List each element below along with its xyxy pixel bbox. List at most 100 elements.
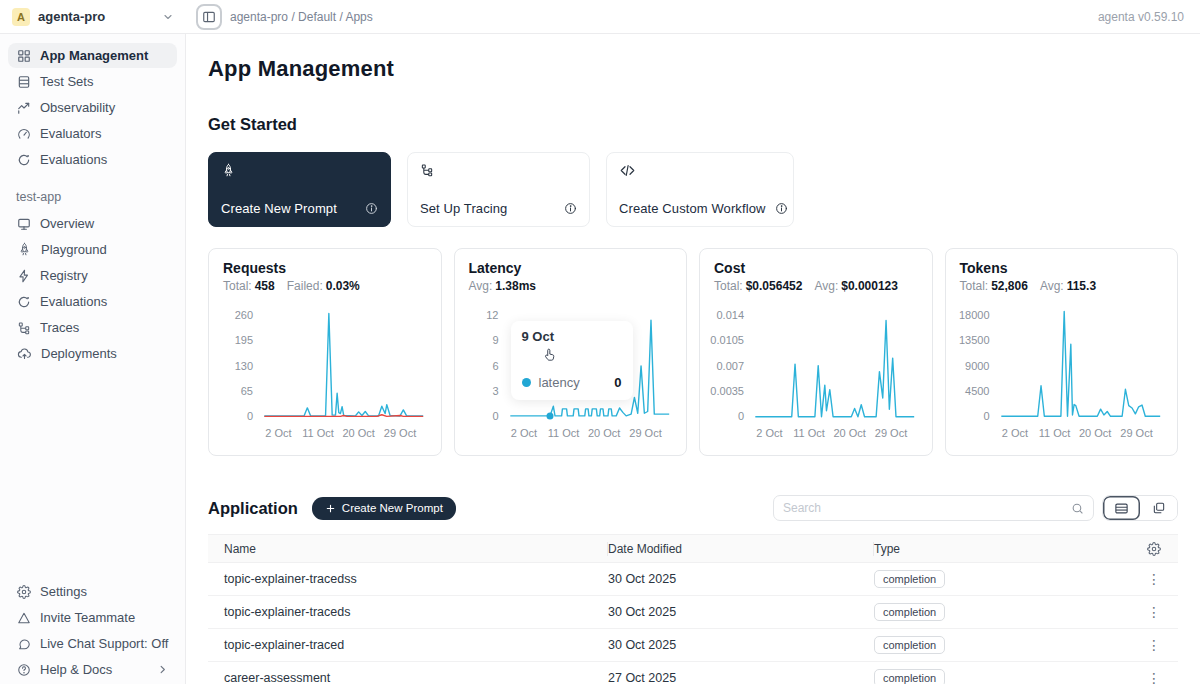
x-tick-label: 2 Oct (756, 427, 782, 439)
table-body: topic-explainer-tracedss30 Oct 2025compl… (208, 563, 1178, 684)
table-settings-button[interactable] (1130, 542, 1178, 556)
sidebar-item-playground[interactable]: Playground (8, 237, 177, 262)
stats-cards: RequestsTotal:458Failed:0.03%26019513065… (208, 248, 1178, 456)
row-date-modified: 30 Oct 2025 (608, 638, 874, 652)
table-row[interactable]: career-assessment27 Oct 2025completion⋮ (208, 662, 1178, 684)
sidebar-section-label: test-app (16, 190, 169, 204)
sidebar-item-label: Test Sets (40, 74, 168, 89)
y-tick-label: 195 (235, 335, 253, 346)
sidebar-item-app-management[interactable]: App Management (8, 43, 177, 68)
row-menu-button[interactable]: ⋮ (1147, 637, 1161, 653)
sidebar-toggle-button[interactable] (196, 4, 222, 30)
version-label: agenta v0.59.10 (1098, 10, 1200, 24)
sidebar-item-label: Traces (40, 320, 168, 335)
triangle-icon (17, 611, 31, 625)
row-date-modified: 27 Oct 2025 (608, 671, 874, 684)
search-input[interactable] (783, 501, 1071, 515)
sidebar-item-label: Evaluators (40, 126, 168, 141)
stat-pair: Failed:0.03% (287, 279, 360, 293)
sidebar-item-help-docs[interactable]: Help & Docs (8, 657, 177, 682)
card-label: Create Custom Workflow (619, 201, 765, 216)
table-row[interactable]: topic-explainer-traced30 Oct 2025complet… (208, 629, 1178, 662)
line-chart[interactable] (261, 307, 427, 419)
rocket-icon (17, 242, 32, 257)
info-icon (365, 202, 378, 215)
sidebar-item-invite-teammate[interactable]: Invite Teammate (8, 605, 177, 630)
y-tick-label: 65 (241, 386, 253, 397)
row-menu-button[interactable]: ⋮ (1147, 571, 1161, 587)
y-tick-label: 0 (983, 411, 989, 422)
sidebar-item-settings[interactable]: Settings (8, 579, 177, 604)
sidebar-item-deployments[interactable]: Deployments (8, 341, 177, 366)
application-title: Application (208, 499, 298, 518)
card-view-button[interactable] (1140, 496, 1177, 520)
sidebar-item-traces[interactable]: Traces (8, 315, 177, 340)
cost-card: CostTotal:$0.056452Avg:$0.0001230.0140.0… (699, 248, 933, 456)
search-icon (1071, 502, 1084, 515)
type-badge: completion (874, 669, 945, 684)
card-label: Set Up Tracing (420, 201, 554, 216)
sidebar-item-evaluations[interactable]: Evaluations (8, 147, 177, 172)
tree-icon (420, 163, 577, 177)
tokens-card: TokensTotal:52,806Avg:115.31800013500900… (945, 248, 1179, 456)
sidebar-item-registry[interactable]: Registry (8, 263, 177, 288)
create-new-prompt-button[interactable]: Create New Prompt (312, 497, 456, 520)
hover-point-marker (546, 412, 553, 419)
table-view-button[interactable] (1103, 496, 1140, 520)
sidebar-item-overview[interactable]: Overview (8, 211, 177, 236)
search-box (773, 495, 1094, 521)
card-label: Create New Prompt (221, 201, 355, 216)
workspace-selector[interactable]: A agenta-pro (0, 0, 186, 33)
y-axis: 1800013500900045000 (960, 307, 998, 419)
row-menu-button[interactable]: ⋮ (1147, 604, 1161, 620)
stat-card-summary: Total:458Failed:0.03% (223, 279, 427, 293)
breadcrumb[interactable]: agenta-pro / Default / Apps (230, 10, 373, 24)
topbar: A agenta-pro agenta-pro / Default / Apps… (0, 0, 1200, 34)
chart: 18000135009000450002 Oct11 Oct20 Oct29 O… (960, 307, 1164, 443)
stat-pair: Avg:115.3 (1040, 279, 1096, 293)
sidebar-item-evaluators[interactable]: Evaluators (8, 121, 177, 146)
row-date-modified: 30 Oct 2025 (608, 572, 874, 586)
x-axis: 2 Oct11 Oct20 Oct29 Oct (507, 425, 673, 443)
application-header: Application Create New Prompt (208, 495, 1178, 521)
tooltip-series-label: latency (539, 375, 607, 390)
create-new-prompt-card[interactable]: Create New Prompt (208, 152, 391, 227)
stat-card-summary: Avg:1.38ms (469, 279, 673, 293)
y-axis: 129630 (469, 307, 507, 419)
line-chart[interactable] (752, 307, 918, 419)
column-header-type: Type (874, 542, 1130, 556)
y-tick-label: 0 (247, 411, 253, 422)
table-row[interactable]: topic-explainer-traceds30 Oct 2025comple… (208, 596, 1178, 629)
line-chart[interactable] (998, 307, 1164, 419)
rows-icon (17, 75, 31, 89)
sidebar-item-observability[interactable]: Observability (8, 95, 177, 120)
sidebar-item-evaluations[interactable]: Evaluations (8, 289, 177, 314)
y-tick-label: 0.0105 (710, 335, 744, 346)
type-badge: completion (874, 636, 945, 654)
y-tick-label: 9000 (965, 361, 989, 372)
series-dot (522, 378, 531, 387)
cloud-icon (17, 346, 32, 361)
sidebar-item-label: Help & Docs (40, 662, 148, 677)
main-content: App Management Get Started Create New Pr… (186, 34, 1200, 684)
sidebar-main-nav: App Management Test Sets Observability Eval… (0, 42, 185, 173)
view-toggle (1102, 495, 1178, 521)
stat-pair: Total:52,806 (960, 279, 1028, 293)
table-row[interactable]: topic-explainer-tracedss30 Oct 2025compl… (208, 563, 1178, 596)
workspace-name: agenta-pro (38, 9, 154, 24)
chart: 2601951306502 Oct11 Oct20 Oct29 Oct (223, 307, 427, 443)
set-up-tracing-card[interactable]: Set Up Tracing (407, 152, 590, 227)
create-custom-workflow-card[interactable]: Create Custom Workflow (606, 152, 794, 227)
y-tick-label: 12 (486, 310, 498, 321)
y-tick-label: 0 (492, 411, 498, 422)
sidebar-item-live-chat-support-off[interactable]: Live Chat Support: Off (8, 631, 177, 656)
info-icon (775, 202, 788, 215)
table-header: NameDate ModifiedType (208, 534, 1178, 563)
row-menu-button[interactable]: ⋮ (1147, 670, 1161, 684)
requests-card: RequestsTotal:458Failed:0.03%26019513065… (208, 248, 442, 456)
sidebar-item-label: App Management (40, 48, 168, 63)
row-type: completion (874, 669, 1130, 684)
plot-area: 2 Oct11 Oct20 Oct29 Oct (261, 307, 427, 443)
sidebar-item-label: Deployments (41, 346, 168, 361)
sidebar-item-test-sets[interactable]: Test Sets (8, 69, 177, 94)
